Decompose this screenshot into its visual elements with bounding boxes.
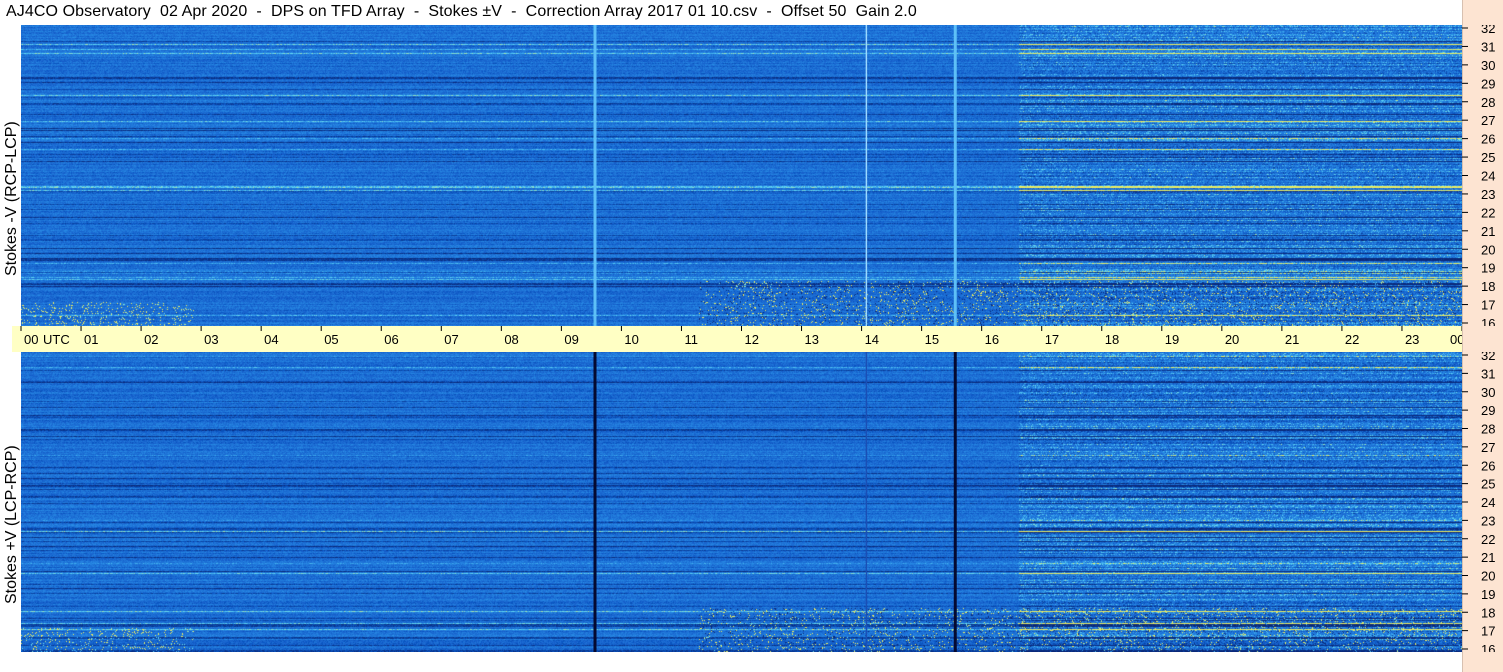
utc-tick-label: 20 xyxy=(1225,332,1239,347)
utc-axis-label: UTC xyxy=(43,332,70,347)
freq-tick-label: 16 xyxy=(1481,642,1495,652)
freq-tick-label: 17 xyxy=(1481,298,1495,313)
bottom-spectrogram xyxy=(21,352,1462,652)
freq-tick-label: 31 xyxy=(1481,39,1495,54)
freq-tick-label: 26 xyxy=(1481,458,1495,473)
freq-tick-label: 30 xyxy=(1481,385,1495,400)
utc-tick-label: 22 xyxy=(1345,332,1359,347)
freq-tick-label: 20 xyxy=(1481,569,1495,584)
freq-tick-label: 18 xyxy=(1481,279,1495,294)
freq-tick-label: 29 xyxy=(1481,403,1495,418)
freq-tick-label: 19 xyxy=(1481,587,1495,602)
utc-tick-label: 09 xyxy=(564,332,578,347)
freq-tick-label: 24 xyxy=(1481,495,1495,510)
utc-tick-label: 19 xyxy=(1165,332,1179,347)
freq-tick-label: 27 xyxy=(1481,113,1495,128)
freq-tick-label: 28 xyxy=(1481,422,1495,437)
top-frequency-axis: 16 17 18 19 20 21 22 23 24 25 26 27 28 29 30 31 32 xyxy=(1462,25,1495,326)
utc-tick-label: 10 xyxy=(624,332,638,347)
freq-tick-label: 30 xyxy=(1481,58,1495,73)
top-spectrogram xyxy=(21,25,1462,326)
freq-tick-label: 31 xyxy=(1481,366,1495,381)
freq-tick-label: 23 xyxy=(1481,187,1495,202)
freq-tick-label: 29 xyxy=(1481,76,1495,91)
utc-time-axis: 00 01 02 03 04 05 06 07 08 09 10 11 12 13 14 15 16 17 18 19… xyxy=(12,326,1462,352)
utc-tick-label: 17 xyxy=(1045,332,1059,347)
utc-tick-label: 06 xyxy=(384,332,398,347)
utc-tick-label: 11 xyxy=(684,332,698,347)
freq-tick-label: 24 xyxy=(1481,169,1495,184)
utc-tick-label: 23 xyxy=(1405,332,1419,347)
bottom-frequency-axis: 16 17 18 19 20 21 22 23 24 25 26 27 28 29 30 31 32 xyxy=(1462,352,1495,652)
bottom-panel-label: Stokes +V (LCP-RCP) xyxy=(3,445,20,604)
freq-tick-label: 20 xyxy=(1481,242,1495,257)
utc-tick-label: 05 xyxy=(324,332,338,347)
spectrogram-window: AJ4CO Observatory 02 Apr 2020 - DPS on T… xyxy=(0,0,1503,672)
utc-tick-label: 08 xyxy=(504,332,518,347)
freq-tick-label: 17 xyxy=(1481,624,1495,639)
freq-tick-label: 22 xyxy=(1481,532,1495,547)
top-vertical-lines xyxy=(593,25,957,326)
utc-tick-label: 01 xyxy=(84,332,98,347)
chart-title: AJ4CO Observatory 02 Apr 2020 - DPS on T… xyxy=(6,3,917,20)
utc-tick-label: 00 xyxy=(24,332,38,347)
utc-tick-label: 13 xyxy=(805,332,819,347)
freq-tick-label: 16 xyxy=(1481,316,1495,326)
utc-tick-label: 21 xyxy=(1285,332,1299,347)
bottom-vertical-lines xyxy=(593,352,957,652)
freq-tick-label: 23 xyxy=(1481,513,1495,528)
freq-tick-label: 27 xyxy=(1481,440,1495,455)
freq-tick-label: 28 xyxy=(1481,95,1495,110)
utc-tick-label: 03 xyxy=(204,332,218,347)
utc-tick-label: 07 xyxy=(444,332,458,347)
utc-tick-label: 04 xyxy=(264,332,278,347)
freq-tick-label: 21 xyxy=(1481,224,1495,239)
utc-tick-label: 14 xyxy=(865,332,879,347)
freq-tick-label: 21 xyxy=(1481,550,1495,565)
freq-tick-label: 32 xyxy=(1481,352,1495,363)
utc-tick-label: 18 xyxy=(1105,332,1119,347)
freq-tick-label: 25 xyxy=(1481,150,1495,165)
freq-tick-label: 18 xyxy=(1481,605,1495,620)
utc-tick-label: 00 xyxy=(1450,332,1462,347)
freq-tick-label: 32 xyxy=(1481,25,1495,36)
freq-tick-label: 26 xyxy=(1481,132,1495,147)
utc-tick-label: 12 xyxy=(745,332,759,347)
utc-tick-label: 15 xyxy=(925,332,939,347)
freq-tick-label: 19 xyxy=(1481,261,1495,276)
utc-tick-label: 02 xyxy=(144,332,158,347)
freq-tick-label: 25 xyxy=(1481,477,1495,492)
utc-tick-label: 16 xyxy=(985,332,999,347)
top-panel-label: Stokes -V (RCP-LCP) xyxy=(3,121,20,276)
freq-tick-label: 22 xyxy=(1481,205,1495,220)
